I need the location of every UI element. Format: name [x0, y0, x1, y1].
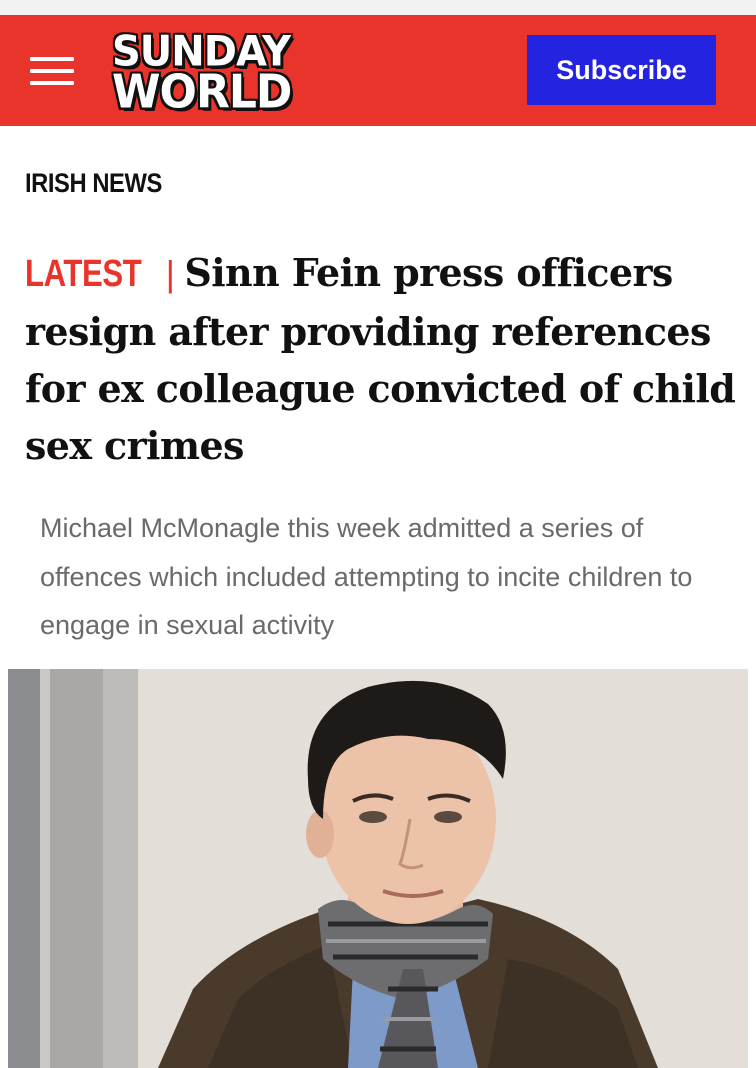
hamburger-menu-icon[interactable]	[30, 55, 74, 87]
menu-bar-top	[30, 57, 74, 61]
sunday-world-logo[interactable]: SUNDAY WORLD	[112, 28, 322, 119]
hero-image[interactable]	[8, 669, 748, 1068]
article-headline: LATEST | Sinn Fein press officers resign …	[25, 244, 737, 474]
photo-man-in-scarf-icon	[8, 669, 748, 1068]
latest-tag: LATEST	[25, 253, 142, 295]
tag-separator: |	[165, 253, 175, 294]
site-header: SUNDAY WORLD Subscribe	[0, 15, 756, 126]
subscribe-button[interactable]: Subscribe	[527, 35, 716, 105]
article-page: SUNDAY WORLD Subscribe IRISH NEWS LATEST…	[0, 0, 756, 1068]
menu-bar-bottom	[30, 81, 74, 85]
section-label[interactable]: IRISH NEWS	[25, 168, 162, 199]
logo-line-2: WORLD	[112, 65, 292, 120]
status-strip	[0, 0, 756, 15]
article-standfirst: Michael McMonagle this week admitted a s…	[40, 513, 693, 640]
menu-bar-middle	[30, 69, 74, 73]
